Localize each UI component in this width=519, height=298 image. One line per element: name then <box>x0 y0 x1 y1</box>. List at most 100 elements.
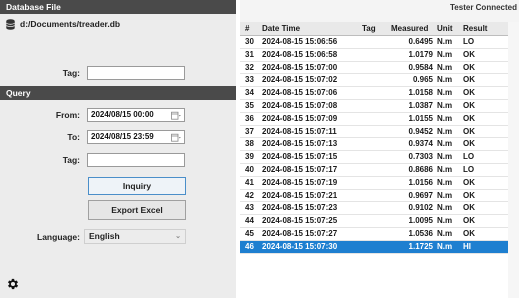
table-row[interactable]: 42 2024-08-15 15:07:21 0.9697 N.m OK <box>240 190 508 203</box>
cell-datetime: 2024-08-15 15:07:08 <box>262 100 338 110</box>
cell-measured: 0.9102 <box>408 203 433 213</box>
table-row[interactable]: 31 2024-08-15 15:06:58 1.0179 N.m OK <box>240 49 508 62</box>
query-tag-row: Tag: <box>0 153 185 167</box>
cell-unit: N.m <box>437 190 453 200</box>
column-header-result[interactable]: Result <box>463 24 487 33</box>
table-row[interactable]: 35 2024-08-15 15:07:08 1.0387 N.m OK <box>240 100 508 113</box>
cell-datetime: 2024-08-15 15:07:27 <box>262 228 338 238</box>
cell-measured: 1.0158 <box>408 88 433 98</box>
cell-unit: N.m <box>437 177 453 187</box>
cell-measured: 0.9452 <box>408 126 433 136</box>
cell-result: LO <box>463 37 475 46</box>
query-tag-input[interactable] <box>87 153 185 167</box>
table-row[interactable]: 34 2024-08-15 15:07:06 1.0158 N.m OK <box>240 87 508 100</box>
cell-unit: N.m <box>437 88 453 98</box>
column-header-measured[interactable]: Measured <box>391 24 428 33</box>
cell-number: 35 <box>245 100 254 110</box>
from-row: From: 2024/08/15 00:00 <box>0 108 185 122</box>
cell-datetime: 2024-08-15 15:07:17 <box>262 164 338 174</box>
database-tag-input[interactable] <box>87 66 185 80</box>
database-file-header: Database File <box>0 0 236 14</box>
cell-number: 46 <box>245 241 254 251</box>
cell-unit: N.m <box>437 62 453 72</box>
cell-measured: 1.0095 <box>408 216 433 226</box>
gear-icon[interactable] <box>6 277 20 291</box>
inquiry-button[interactable]: Inquiry <box>88 177 186 195</box>
table-row[interactable]: 38 2024-08-15 15:07:13 0.9374 N.m OK <box>240 138 508 152</box>
cell-measured: 1.0536 <box>408 228 433 238</box>
table-row[interactable]: 39 2024-08-15 15:07:15 0.7303 N.m LO <box>240 151 508 164</box>
from-datetime-input[interactable]: 2024/08/15 00:00 <box>87 108 185 122</box>
cell-number: 43 <box>245 203 254 213</box>
cell-unit: N.m <box>437 241 453 251</box>
cell-result: OK <box>463 126 475 136</box>
cell-number: 42 <box>245 190 254 200</box>
cell-measured: 1.0155 <box>408 113 433 123</box>
cell-result: OK <box>463 62 475 72</box>
column-header-tag[interactable]: Tag <box>362 24 376 33</box>
cell-measured: 0.9697 <box>408 190 433 200</box>
database-tag-label: Tag: <box>62 68 80 78</box>
to-datetime-input[interactable]: 2024/08/15 23:59 <box>87 130 185 144</box>
cell-unit: N.m <box>437 37 453 46</box>
to-datetime-value: 2024/08/15 23:59 <box>91 132 154 141</box>
cell-number: 32 <box>245 62 254 72</box>
table-row[interactable]: 37 2024-08-15 15:07:11 0.9452 N.m OK <box>240 126 508 139</box>
cell-result: LO <box>463 152 475 162</box>
cell-datetime: 2024-08-15 15:07:23 <box>262 203 338 213</box>
cell-measured: 0.965 <box>412 75 433 85</box>
table-row[interactable]: 33 2024-08-15 15:07:02 0.965 N.m OK <box>240 74 508 88</box>
database-path-row: d:/Documents/treader.db <box>0 17 236 31</box>
cell-unit: N.m <box>437 139 453 149</box>
column-header-datetime[interactable]: Date Time <box>262 24 300 33</box>
table-row[interactable]: 40 2024-08-15 15:07:17 0.8686 N.m LO <box>240 164 508 177</box>
table-row[interactable]: 30 2024-08-15 15:06:56 0.6495 N.m LO <box>240 36 508 49</box>
status-bar: Tester Connected <box>240 0 519 22</box>
cell-measured: 1.0156 <box>408 177 433 187</box>
database-tag-row: Tag: <box>0 66 185 80</box>
cell-measured: 0.8686 <box>408 164 433 174</box>
cell-result: OK <box>463 113 475 123</box>
table-header: # Date Time Tag Measured Unit Result <box>240 22 508 36</box>
table-row[interactable]: 44 2024-08-15 15:07:25 1.0095 N.m OK <box>240 215 508 228</box>
cell-number: 30 <box>245 37 254 46</box>
language-label: Language: <box>37 231 80 242</box>
cell-datetime: 2024-08-15 15:07:06 <box>262 88 338 98</box>
cell-datetime: 2024-08-15 15:07:21 <box>262 190 338 200</box>
cell-result: OK <box>463 190 475 200</box>
cell-datetime: 2024-08-15 15:07:13 <box>262 139 338 149</box>
table-row[interactable]: 41 2024-08-15 15:07:19 1.0156 N.m OK <box>240 177 508 190</box>
to-label: To: <box>67 132 80 142</box>
cell-datetime: 2024-08-15 15:07:15 <box>262 152 338 162</box>
cell-number: 37 <box>245 126 254 136</box>
table-row[interactable]: 32 2024-08-15 15:07:00 0.9584 N.m OK <box>240 62 508 75</box>
cell-datetime: 2024-08-15 15:07:25 <box>262 216 338 226</box>
table-row[interactable]: 43 2024-08-15 15:07:23 0.9102 N.m OK <box>240 202 508 216</box>
chevron-down-icon: ⌄ <box>175 233 181 240</box>
export-excel-button[interactable]: Export Excel <box>88 200 186 220</box>
table-row[interactable]: 46 2024-08-15 15:07:30 1.1725 N.m HI <box>240 240 508 254</box>
cell-measured: 1.0387 <box>408 100 433 110</box>
table-row[interactable]: 45 2024-08-15 15:07:27 1.0536 N.m OK <box>240 228 508 241</box>
cell-datetime: 2024-08-15 15:06:58 <box>262 49 338 59</box>
calendar-icon[interactable] <box>171 111 181 120</box>
from-label: From: <box>55 110 80 120</box>
left-panel: Database File d:/Documents/treader.db Ta… <box>0 0 236 298</box>
cell-measured: 0.7303 <box>408 152 433 162</box>
cell-unit: N.m <box>437 75 453 85</box>
query-tag-label: Tag: <box>62 155 80 165</box>
language-select[interactable]: English ⌄ <box>84 229 186 244</box>
cell-number: 44 <box>245 216 254 226</box>
from-datetime-value: 2024/08/15 00:00 <box>91 110 154 119</box>
calendar-icon[interactable] <box>171 133 181 142</box>
column-header-unit[interactable]: Unit <box>437 24 453 33</box>
cell-datetime: 2024-08-15 15:06:56 <box>262 37 338 46</box>
table-row[interactable]: 36 2024-08-15 15:07:09 1.0155 N.m OK <box>240 113 508 126</box>
cell-measured: 1.1725 <box>408 241 433 251</box>
cell-result: OK <box>463 216 475 226</box>
cell-number: 39 <box>245 152 254 162</box>
column-header-number[interactable]: # <box>245 24 249 33</box>
cell-measured: 1.0179 <box>408 49 433 59</box>
cell-datetime: 2024-08-15 15:07:00 <box>262 62 338 72</box>
vertical-scrollbar[interactable] <box>508 22 519 298</box>
